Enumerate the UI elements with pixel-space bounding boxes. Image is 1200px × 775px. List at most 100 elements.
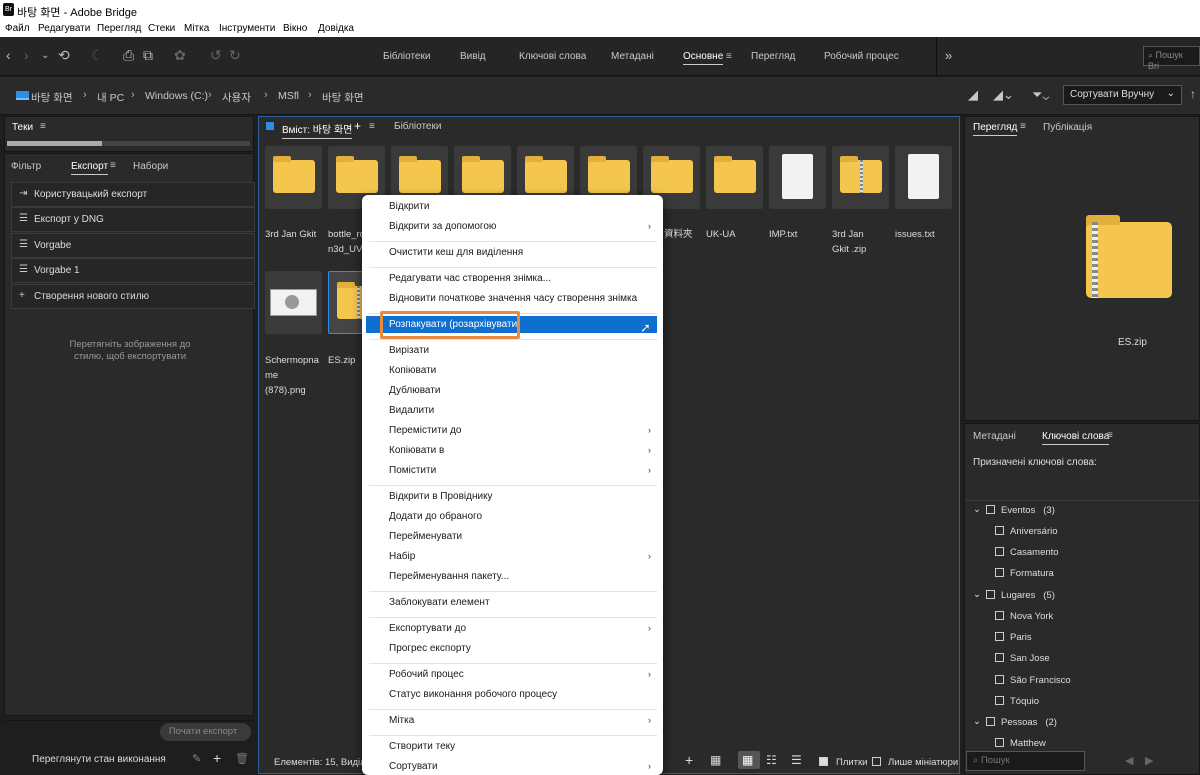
forward-icon[interactable]: ›	[24, 47, 29, 63]
tab-export[interactable]: Експорт	[71, 161, 109, 175]
next-result-icon[interactable]: ▶	[1145, 754, 1153, 767]
edit-icon[interactable]: ✎	[192, 752, 201, 765]
export-item-custom[interactable]: ⇥ Користувацький експорт	[11, 182, 255, 207]
tab-content[interactable]: Вміст: 바탕 화면	[282, 121, 353, 139]
text-file-thumb[interactable]	[769, 146, 826, 209]
export-item-vorgabe[interactable]: ☰ Vorgabe	[11, 233, 255, 258]
breadcrumb-item[interactable]: Windows (C:)	[145, 90, 208, 102]
menu-edit[interactable]: Редагувати	[38, 23, 90, 34]
menu-tools[interactable]: Інструменти	[219, 23, 275, 34]
breadcrumb-item[interactable]: 사용자	[222, 90, 251, 105]
context-menu-item[interactable]: Відкрити	[389, 201, 429, 212]
keyword-checkbox[interactable]	[986, 505, 995, 514]
rotate-right-icon[interactable]: ↻	[229, 47, 241, 64]
breadcrumb-item[interactable]: 바탕 화면	[31, 90, 73, 105]
view-progress-link[interactable]: Переглянути стан виконання	[32, 754, 166, 765]
refine-icon[interactable]: ⧉	[143, 47, 153, 64]
context-menu-item[interactable]: Видалити	[389, 405, 434, 416]
context-menu-item[interactable]: Робочий процес	[389, 669, 464, 680]
add-tab-icon[interactable]: +	[354, 119, 361, 133]
context-menu-item[interactable]: Редагувати час створення знімка...	[389, 273, 551, 284]
workspace-output[interactable]: Вивід	[460, 51, 486, 62]
rating-filter-icon[interactable]: ◢⌄	[993, 87, 1014, 103]
breadcrumb-item[interactable]: 내 PC	[97, 90, 124, 105]
workspace-essentials[interactable]: Основне	[683, 51, 724, 65]
context-menu-item[interactable]: Прогрес експорту	[389, 643, 471, 654]
context-menu-item[interactable]: Відкрити в Провіднику	[389, 491, 493, 502]
tab-folders[interactable]: Теки	[12, 122, 33, 133]
tab-filter[interactable]: Фільтр	[11, 161, 41, 172]
panel-menu-icon[interactable]: ≡	[1020, 121, 1026, 132]
text-file-thumb[interactable]	[895, 146, 952, 209]
workspace-workflow[interactable]: Робочий процес	[824, 51, 899, 62]
export-item-vorgabe-1[interactable]: ☰ Vorgabe 1	[11, 258, 255, 283]
keyword-search-input[interactable]: ⌕ Пошук	[966, 751, 1085, 771]
menu-file[interactable]: Файл	[5, 23, 30, 34]
context-menu-item[interactable]: Перейменувати	[389, 531, 462, 542]
image-thumb[interactable]	[265, 271, 322, 334]
context-menu-item[interactable]: Очистити кеш для виділення	[389, 247, 523, 258]
context-menu-item[interactable]: Перемістити до	[389, 425, 461, 436]
keyword-checkbox[interactable]	[995, 526, 1004, 535]
view-thumbnails-icon[interactable]: ▦	[742, 753, 753, 767]
chevron-down-icon[interactable]: ⌄	[973, 716, 981, 727]
camera-get-photos-icon[interactable]: ⎙	[123, 47, 134, 64]
filter-icon[interactable]: ⏷⌄	[1032, 87, 1049, 103]
menu-stacks[interactable]: Стеки	[148, 23, 175, 34]
menu-window[interactable]: Вікно	[283, 23, 307, 34]
rotate-left-icon[interactable]: ↺	[210, 47, 222, 64]
chevron-down-icon[interactable]: ⌄	[973, 589, 981, 600]
menu-view[interactable]: Перегляд	[97, 23, 141, 34]
context-menu-item[interactable]: Дублювати	[389, 385, 440, 396]
sort-dropdown[interactable]: Сортувати Вручну ⌄	[1063, 85, 1182, 105]
boomerang-icon[interactable]: ☾	[91, 47, 104, 64]
keyword-checkbox[interactable]	[995, 653, 1004, 662]
keyword-checkbox[interactable]	[995, 738, 1004, 747]
folders-scrollbar[interactable]	[7, 141, 250, 146]
context-menu-item[interactable]: Відкрити за допомогою	[389, 221, 496, 232]
menu-help[interactable]: Довідка	[318, 23, 354, 34]
tab-libraries[interactable]: Бібліотеки	[394, 121, 441, 132]
context-menu-item[interactable]: Створити теку	[389, 741, 455, 752]
view-details-icon[interactable]: ☷	[766, 753, 777, 767]
keyword-checkbox[interactable]	[995, 568, 1004, 577]
more-workspaces-icon[interactable]: »	[945, 48, 952, 63]
tab-keywords[interactable]: Ключові слова	[1042, 431, 1110, 445]
tab-preview[interactable]: Перегляд	[973, 122, 1018, 136]
context-menu-item[interactable]: Експортувати до	[389, 623, 466, 634]
open-camera-raw-icon[interactable]: ✿	[174, 47, 186, 64]
keyword-checkbox[interactable]	[995, 696, 1004, 705]
workspace-review[interactable]: Перегляд	[751, 51, 795, 62]
menu-label[interactable]: Мітка	[184, 23, 209, 34]
folder-thumb[interactable]	[265, 146, 322, 209]
keyword-checkbox[interactable]	[986, 590, 995, 599]
panel-menu-icon[interactable]: ≡	[110, 160, 116, 171]
thumbs-only-checkbox[interactable]	[872, 757, 881, 766]
keyword-checkbox[interactable]	[986, 717, 995, 726]
context-menu-item[interactable]: Копіювати в	[389, 445, 444, 456]
keyword-checkbox[interactable]	[995, 611, 1004, 620]
keyword-checkbox[interactable]	[995, 675, 1004, 684]
zip-thumb[interactable]	[832, 146, 889, 209]
create-new-preset[interactable]: + Створення нового стилю	[11, 284, 255, 309]
keyword-checkbox[interactable]	[995, 632, 1004, 641]
tab-publish[interactable]: Публікація	[1043, 122, 1092, 133]
chevron-down-icon[interactable]: ⌄	[41, 50, 49, 61]
workspace-keywords[interactable]: Ключові слова	[519, 51, 586, 62]
sort-ascending-icon[interactable]: ↑	[1190, 87, 1196, 101]
context-menu-item[interactable]: Відновити початкове значення часу створе…	[389, 293, 637, 304]
context-menu-item[interactable]: Статус виконання робочого процесу	[389, 689, 557, 700]
tab-collections[interactable]: Набори	[133, 161, 168, 172]
context-menu-item[interactable]: Помістити	[389, 465, 436, 476]
trash-icon[interactable]: 🗑	[235, 752, 249, 765]
back-icon[interactable]: ‹	[6, 47, 11, 63]
tab-metadata[interactable]: Метадані	[973, 431, 1016, 442]
context-menu-item[interactable]: Набір	[389, 551, 415, 562]
workspace-libraries[interactable]: Бібліотеки	[383, 51, 430, 62]
context-menu-item[interactable]: Мітка	[389, 715, 414, 726]
panel-menu-icon[interactable]: ≡	[1107, 430, 1113, 441]
folder-thumb[interactable]	[706, 146, 763, 209]
export-item-dng[interactable]: ☰ Експорт у DNG	[11, 207, 255, 232]
context-menu-item[interactable]: Копіювати	[389, 365, 436, 376]
add-icon[interactable]: +	[685, 752, 693, 768]
